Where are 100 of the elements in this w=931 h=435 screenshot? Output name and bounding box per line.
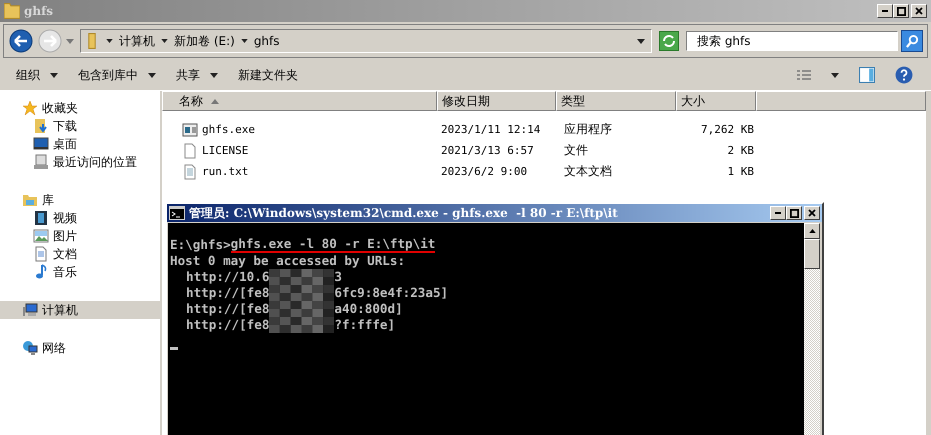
console-title: 管理员: C:\Windows\system32\cmd.exe - ghfs.exe -l 80 -r E:\ftp\it <box>189 204 618 222</box>
preview-pane-icon[interactable] <box>859 67 875 83</box>
help-icon[interactable] <box>895 66 913 84</box>
sidebar-item[interactable]: 图片 <box>0 227 160 245</box>
column-header[interactable]: 名称 <box>162 91 437 111</box>
console-url: 3 <box>334 269 342 285</box>
close-icon <box>808 209 816 217</box>
file-type: 文件 <box>564 142 588 159</box>
file-name[interactable]: run.txt <box>202 165 248 178</box>
console-command: ghfs.exe -l 80 -r E:\ftp\it <box>230 237 436 253</box>
maximize-button[interactable] <box>893 4 909 18</box>
caret-icon[interactable] <box>106 39 113 43</box>
console-url: http://[fe8 <box>186 285 270 301</box>
close-icon <box>915 7 923 15</box>
minimize-button[interactable] <box>877 4 893 18</box>
application-icon <box>182 122 198 138</box>
console-url: http://10.6 <box>186 269 270 285</box>
network-icon <box>22 340 38 356</box>
breadcrumb[interactable]: ghfs <box>254 34 280 48</box>
minimize-icon <box>775 212 781 214</box>
console-prompt: E:\ghfs> <box>170 237 231 253</box>
refresh-button[interactable] <box>659 31 679 51</box>
toolbar-button[interactable]: 组织 <box>8 64 66 86</box>
sidebar-item[interactable]: 计算机 <box>0 301 160 319</box>
sidebar-item[interactable]: 库 <box>0 191 160 209</box>
minimize-button[interactable] <box>770 206 786 220</box>
console-url: a40:800d] <box>334 301 403 317</box>
console-url: http://[fe8 <box>186 301 270 317</box>
minimize-icon <box>882 10 888 12</box>
search-field[interactable]: 搜索 ghfs <box>686 31 898 51</box>
file-icon <box>182 142 198 158</box>
library-icon <box>22 192 38 208</box>
back-button[interactable] <box>8 28 34 54</box>
scroll-up-button[interactable] <box>804 223 820 239</box>
column-header[interactable]: 类型 <box>556 91 676 111</box>
caret-icon[interactable] <box>161 39 168 43</box>
maximize-icon <box>896 6 906 16</box>
folder-icon <box>4 3 20 19</box>
search-icon <box>906 34 918 48</box>
toolbar-button[interactable]: 包含到库中 <box>70 64 164 86</box>
address-bar[interactable]: 计算机 新加卷 (E:) ghfs <box>80 29 652 53</box>
console-url: ?f:fffe] <box>334 317 396 333</box>
text-cursor <box>170 347 178 350</box>
column-header[interactable]: 大小 <box>676 91 756 111</box>
computer-icon <box>22 302 38 318</box>
breadcrumb[interactable]: 计算机 <box>119 32 155 50</box>
file-type: 文本文档 <box>564 163 612 180</box>
sidebar-item[interactable]: 桌面 <box>0 135 160 153</box>
sort-up-icon <box>211 98 219 104</box>
sidebar-item[interactable]: 收藏夹 <box>0 99 160 117</box>
caret-icon[interactable] <box>240 39 248 43</box>
caret-icon[interactable] <box>831 72 839 78</box>
console-url: 6fc9:8e4f:23a5] <box>334 285 448 301</box>
modified-date: 2023/1/11 12:14 <box>441 123 540 136</box>
toolbar-button[interactable]: 新建文件夹 <box>230 64 306 86</box>
modified-date: 2021/3/13 6:57 <box>441 144 534 157</box>
maximize-button[interactable] <box>786 206 802 220</box>
scrollbar[interactable] <box>804 223 820 435</box>
sidebar-item[interactable]: 最近访问的位置 <box>0 153 160 171</box>
file-size: 2 KB <box>728 144 754 157</box>
folder-icon <box>88 33 96 49</box>
close-button[interactable] <box>911 4 927 18</box>
file-type: 应用程序 <box>564 121 612 138</box>
redacted-text <box>269 285 334 301</box>
recent-icon <box>33 154 49 170</box>
up-arrow-icon <box>808 229 816 233</box>
modified-date: 2023/6/2 9:00 <box>441 165 528 178</box>
desktop-icon <box>33 136 49 152</box>
file-name[interactable]: ghfs.exe <box>202 123 255 136</box>
sidebar-item[interactable]: 下载 <box>0 117 160 135</box>
redacted-text <box>269 317 334 333</box>
star-icon <box>22 100 38 116</box>
caret-icon[interactable] <box>637 38 645 44</box>
file-name[interactable]: LICENSE <box>202 144 248 157</box>
image-icon <box>33 228 49 244</box>
sidebar-item[interactable]: 视频 <box>0 209 160 227</box>
console-url: http://[fe8 <box>186 317 270 333</box>
sidebar-item[interactable]: 音乐 <box>0 263 160 281</box>
doc-icon <box>33 246 49 262</box>
refresh-icon <box>663 35 675 47</box>
text-file-icon <box>182 164 198 180</box>
column-header[interactable]: 修改日期 <box>437 91 556 111</box>
sidebar-item[interactable]: 网络 <box>0 339 160 357</box>
download-icon <box>33 118 49 134</box>
breadcrumb[interactable]: 新加卷 (E:) <box>174 32 235 50</box>
console-output: Host 0 may be accessed by URLs: <box>170 253 406 269</box>
window-title: ghfs <box>24 4 54 18</box>
view-list-icon[interactable] <box>797 70 811 80</box>
redacted-text <box>269 269 334 285</box>
close-button[interactable] <box>804 206 820 220</box>
redacted-text <box>269 301 334 317</box>
console-icon <box>169 206 185 220</box>
toolbar-button[interactable]: 共享 <box>168 64 226 86</box>
file-size: 1 KB <box>728 165 754 178</box>
file-size: 7,262 KB <box>701 123 754 136</box>
music-icon <box>33 264 49 280</box>
search-button[interactable] <box>901 30 923 52</box>
scroll-thumb[interactable] <box>804 239 820 269</box>
video-icon <box>33 210 49 226</box>
sidebar-item[interactable]: 文档 <box>0 245 160 263</box>
